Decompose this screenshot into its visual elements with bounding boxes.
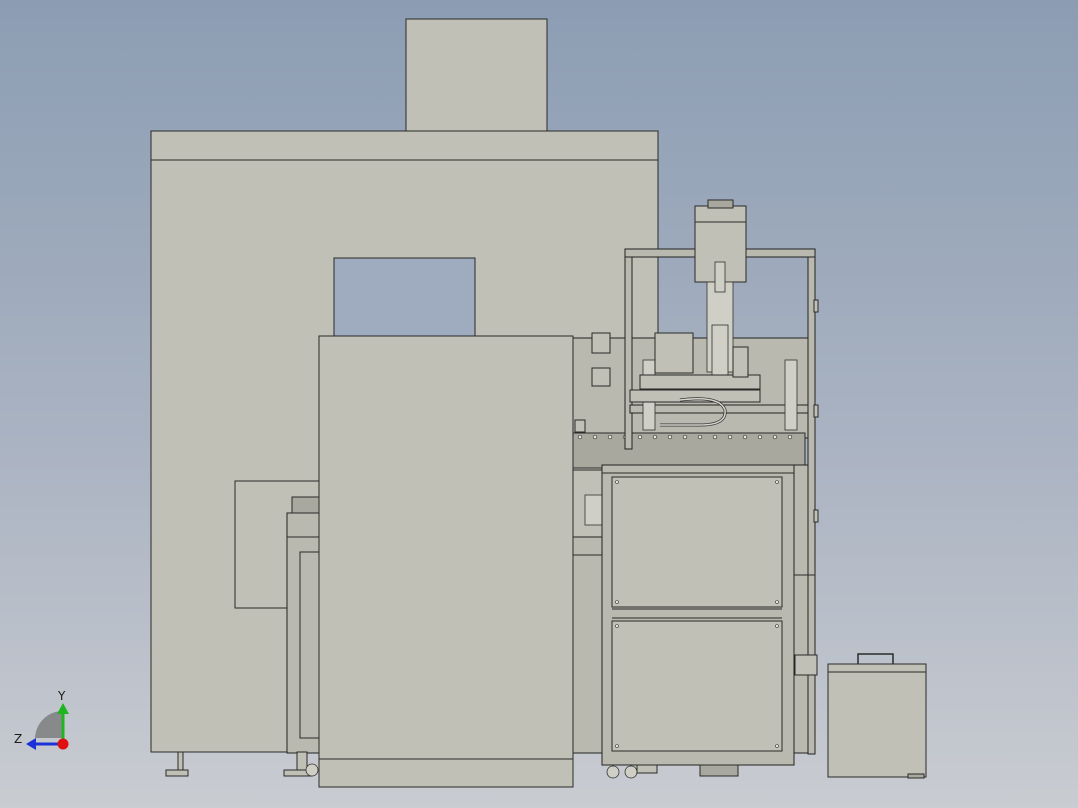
front-panel [318,335,574,788]
top-hood-box [405,18,548,132]
lower-door [611,620,783,752]
enclosure-window [333,257,476,337]
z-axis-label: Z [14,732,22,746]
side-box [827,653,927,779]
front-cabinet [601,464,795,779]
y-axis-label: Y [57,689,66,703]
front-panel-base [318,758,574,788]
machine-model[interactable]: Y Z [0,0,1078,808]
front-panel-body [318,335,574,760]
triad-arc-icon [35,711,63,738]
x-axis-dot-icon [57,738,69,750]
cad-viewport[interactable]: Y Z [0,0,1078,808]
coordinate-triad: Y Z [14,689,69,750]
upper-door [611,476,783,608]
